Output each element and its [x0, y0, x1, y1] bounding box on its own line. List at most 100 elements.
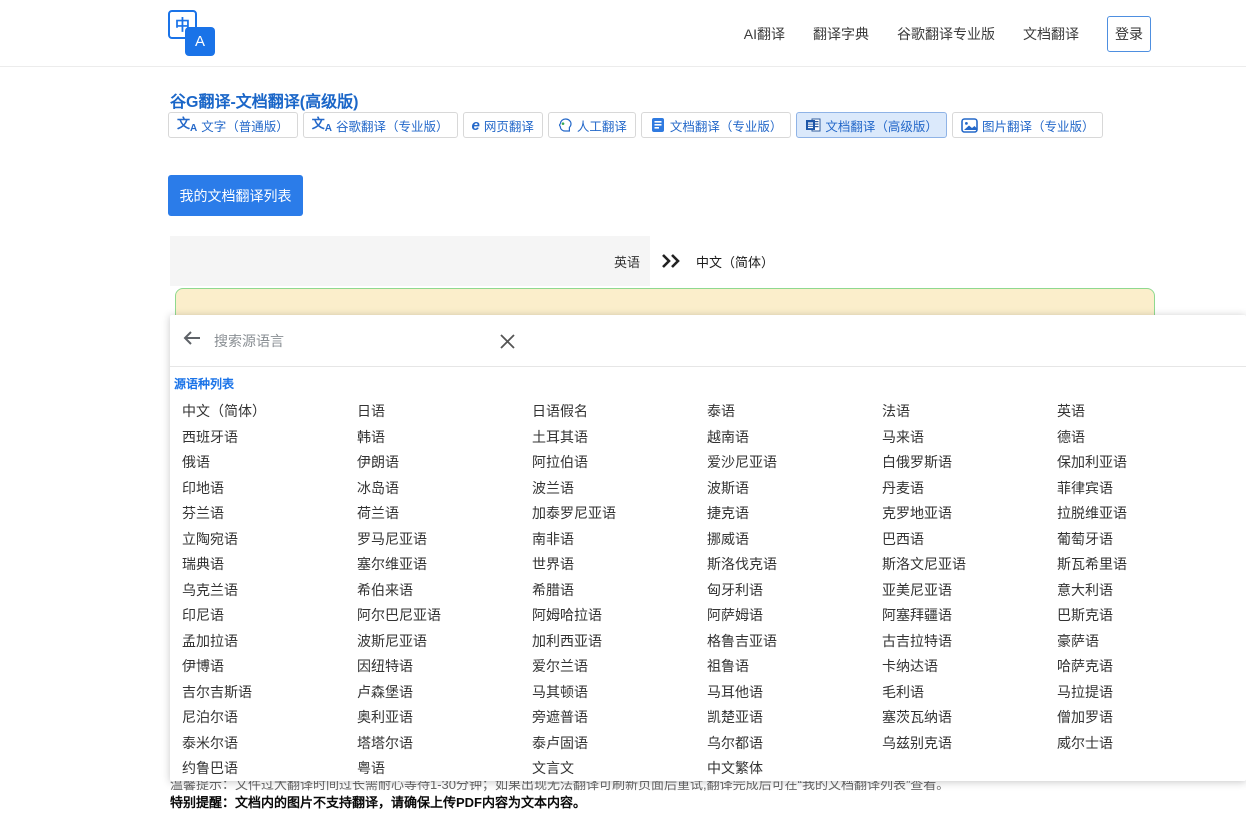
close-icon[interactable] — [497, 331, 517, 351]
language-option[interactable]: 保加利亚语 — [1057, 450, 1232, 476]
language-option[interactable]: 日语 — [357, 399, 532, 425]
language-option[interactable]: 印尼语 — [182, 603, 357, 629]
language-option[interactable]: 凯楚亚语 — [707, 705, 882, 731]
tab-google-translate-pro[interactable]: 文A 谷歌翻译（专业版） — [303, 112, 458, 138]
language-option[interactable]: 卡纳达语 — [882, 654, 1057, 680]
nav-document-translate[interactable]: 文档翻译 — [1023, 24, 1079, 44]
language-option[interactable]: 马来语 — [882, 425, 1057, 451]
language-option[interactable]: 塔塔尔语 — [357, 731, 532, 757]
language-option[interactable]: 阿拉伯语 — [532, 450, 707, 476]
language-option[interactable]: 僧加罗语 — [1057, 705, 1232, 731]
language-option[interactable]: 俄语 — [182, 450, 357, 476]
language-option[interactable]: 希腊语 — [532, 578, 707, 604]
language-option[interactable]: 加泰罗尼亚语 — [532, 501, 707, 527]
language-option[interactable]: 希伯来语 — [357, 578, 532, 604]
language-option[interactable]: 祖鲁语 — [707, 654, 882, 680]
language-option[interactable]: 威尔士语 — [1057, 731, 1232, 757]
language-option[interactable]: 马拉提语 — [1057, 680, 1232, 706]
language-option[interactable]: 巴斯克语 — [1057, 603, 1232, 629]
language-option[interactable]: 文言文 — [532, 756, 707, 782]
language-option[interactable]: 旁遮普语 — [532, 705, 707, 731]
language-option[interactable]: 巴西语 — [882, 527, 1057, 553]
language-option[interactable]: 吉尔吉斯语 — [182, 680, 357, 706]
language-option[interactable]: 古吉拉特语 — [882, 629, 1057, 655]
login-button[interactable]: 登录 — [1107, 16, 1151, 52]
language-option[interactable]: 德语 — [1057, 425, 1232, 451]
nav-dictionary[interactable]: 翻译字典 — [813, 24, 869, 44]
language-option[interactable]: 约鲁巴语 — [182, 756, 357, 782]
language-option[interactable]: 瑞典语 — [182, 552, 357, 578]
language-option[interactable]: 马其顿语 — [532, 680, 707, 706]
my-document-list-button[interactable]: 我的文档翻译列表 — [168, 175, 303, 216]
language-option[interactable]: 白俄罗斯语 — [882, 450, 1057, 476]
language-option[interactable]: 阿姆哈拉语 — [532, 603, 707, 629]
language-option[interactable]: 匈牙利语 — [707, 578, 882, 604]
language-option[interactable]: 阿萨姆语 — [707, 603, 882, 629]
language-option[interactable]: 斯瓦希里语 — [1057, 552, 1232, 578]
language-option[interactable]: 泰卢固语 — [532, 731, 707, 757]
language-option[interactable]: 西班牙语 — [182, 425, 357, 451]
language-option[interactable]: 乌尔都语 — [707, 731, 882, 757]
language-option[interactable]: 土耳其语 — [532, 425, 707, 451]
language-option[interactable]: 丹麦语 — [882, 476, 1057, 502]
language-option[interactable]: 葡萄牙语 — [1057, 527, 1232, 553]
language-option[interactable]: 捷克语 — [707, 501, 882, 527]
language-option[interactable]: 立陶宛语 — [182, 527, 357, 553]
tab-text-basic[interactable]: 文A 文字（普通版） — [168, 112, 298, 138]
tab-document-translate-advanced[interactable]: 文档翻译（高级版） — [796, 112, 947, 138]
language-option[interactable]: 中文繁体 — [707, 756, 882, 782]
language-search-input[interactable] — [214, 333, 474, 349]
language-option[interactable]: 克罗地亚语 — [882, 501, 1057, 527]
back-arrow-icon[interactable] — [182, 328, 202, 353]
language-option[interactable]: 印地语 — [182, 476, 357, 502]
language-option[interactable]: 毛利语 — [882, 680, 1057, 706]
language-option[interactable]: 拉脱维亚语 — [1057, 501, 1232, 527]
nav-ai-translate[interactable]: AI翻译 — [744, 24, 785, 44]
language-option[interactable]: 荷兰语 — [357, 501, 532, 527]
language-option[interactable]: 菲律宾语 — [1057, 476, 1232, 502]
language-option[interactable]: 奥利亚语 — [357, 705, 532, 731]
source-language-selector[interactable]: 英语 — [170, 236, 650, 286]
language-option[interactable]: 塞茨瓦纳语 — [882, 705, 1057, 731]
language-option[interactable]: 阿尔巴尼亚语 — [357, 603, 532, 629]
language-option[interactable]: 马耳他语 — [707, 680, 882, 706]
language-option[interactable]: 爱尔兰语 — [532, 654, 707, 680]
language-option[interactable]: 冰岛语 — [357, 476, 532, 502]
language-option[interactable]: 泰语 — [707, 399, 882, 425]
language-option[interactable]: 乌克兰语 — [182, 578, 357, 604]
language-option[interactable]: 豪萨语 — [1057, 629, 1232, 655]
tab-human-translate[interactable]: 人工翻译 — [548, 112, 636, 138]
language-option[interactable]: 孟加拉语 — [182, 629, 357, 655]
language-option[interactable]: 因纽特语 — [357, 654, 532, 680]
language-option[interactable]: 挪威语 — [707, 527, 882, 553]
language-option[interactable]: 阿塞拜疆语 — [882, 603, 1057, 629]
language-option[interactable]: 粤语 — [357, 756, 532, 782]
language-option[interactable]: 意大利语 — [1057, 578, 1232, 604]
language-option[interactable]: 格鲁吉亚语 — [707, 629, 882, 655]
language-option[interactable]: 英语 — [1057, 399, 1232, 425]
language-option[interactable]: 罗马尼亚语 — [357, 527, 532, 553]
language-option[interactable]: 法语 — [882, 399, 1057, 425]
language-option[interactable]: 亚美尼亚语 — [882, 578, 1057, 604]
tab-document-translate-pro[interactable]: 文档翻译（专业版） — [641, 112, 792, 138]
nav-google-translate-pro[interactable]: 谷歌翻译专业版 — [897, 24, 995, 44]
language-option[interactable]: 日语假名 — [532, 399, 707, 425]
language-option[interactable]: 中文（简体） — [182, 399, 357, 425]
target-language-selector[interactable]: 中文（简体） — [696, 252, 774, 271]
language-option[interactable]: 芬兰语 — [182, 501, 357, 527]
language-option[interactable]: 韩语 — [357, 425, 532, 451]
language-option[interactable]: 加利西亚语 — [532, 629, 707, 655]
language-option[interactable]: 伊朗语 — [357, 450, 532, 476]
translate-logo-icon[interactable]: 中 A — [168, 10, 218, 58]
language-option[interactable]: 尼泊尔语 — [182, 705, 357, 731]
language-option[interactable]: 波斯语 — [707, 476, 882, 502]
language-option[interactable]: 爱沙尼亚语 — [707, 450, 882, 476]
language-option[interactable]: 波斯尼亚语 — [357, 629, 532, 655]
language-option[interactable]: 塞尔维亚语 — [357, 552, 532, 578]
tab-web-translate[interactable]: e 网页翻译 — [463, 112, 543, 138]
language-option[interactable]: 卢森堡语 — [357, 680, 532, 706]
language-option[interactable]: 哈萨克语 — [1057, 654, 1232, 680]
language-option[interactable]: 乌兹别克语 — [882, 731, 1057, 757]
language-option[interactable]: 斯洛伐克语 — [707, 552, 882, 578]
language-option[interactable]: 越南语 — [707, 425, 882, 451]
